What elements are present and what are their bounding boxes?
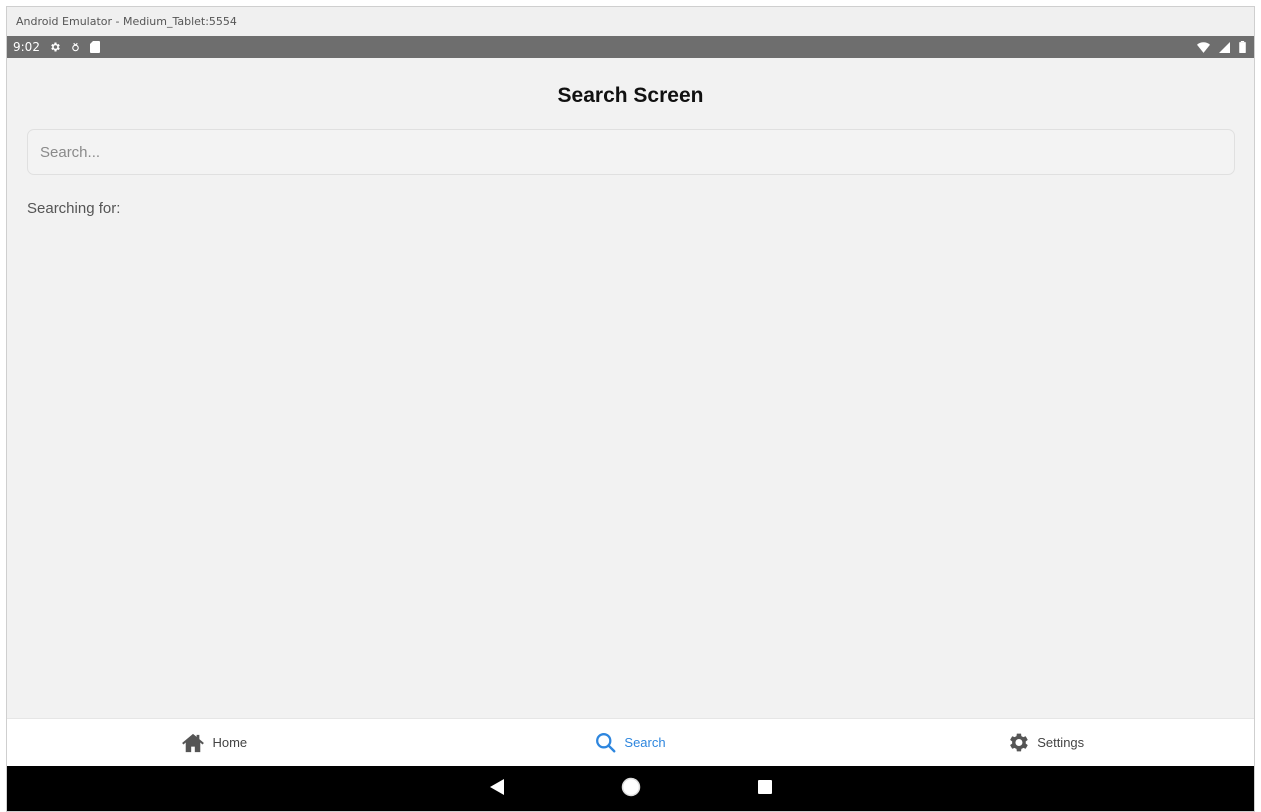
usb-debug-icon <box>70 41 81 53</box>
sd-card-icon <box>89 41 100 53</box>
status-time: 9:02 <box>13 40 40 54</box>
tab-settings[interactable]: Settings <box>838 719 1254 766</box>
back-icon <box>489 779 504 800</box>
window-title: Android Emulator - Medium_Tablet:5554 <box>16 15 237 28</box>
page-title: Search Screen <box>557 84 704 107</box>
tab-search-label: Search <box>624 735 666 750</box>
wifi-icon <box>1197 41 1210 53</box>
tab-home[interactable]: Home <box>7 719 423 766</box>
gear-icon <box>49 41 61 53</box>
battery-icon <box>1239 41 1246 53</box>
emulator-window: Android Emulator - Medium_Tablet:5554 9:… <box>6 6 1255 812</box>
status-bar-right <box>1197 41 1246 53</box>
bottom-tab-bar: Home Search Settings <box>7 718 1254 766</box>
tab-search[interactable]: Search <box>423 719 839 766</box>
android-status-bar: 9:02 <box>7 36 1254 58</box>
gear-icon <box>1008 732 1029 753</box>
tab-home-label: Home <box>212 735 248 750</box>
home-circle-icon <box>621 777 641 802</box>
tab-settings-label: Settings <box>1037 735 1085 750</box>
back-button[interactable] <box>477 770 517 810</box>
searching-for-label: Searching for: <box>27 200 121 217</box>
search-screen: Search Screen Searching for: <box>7 58 1254 765</box>
home-nav-button[interactable] <box>611 770 651 810</box>
search-input[interactable] <box>27 129 1235 175</box>
recents-button[interactable] <box>745 770 785 810</box>
android-navigation-bar <box>7 766 1254 811</box>
search-icon <box>595 732 616 753</box>
status-bar-left: 9:02 <box>13 40 100 54</box>
recents-icon <box>757 780 772 799</box>
signal-icon <box>1219 41 1230 53</box>
window-titlebar[interactable]: Android Emulator - Medium_Tablet:5554 <box>7 7 1254 36</box>
home-icon <box>182 733 205 753</box>
